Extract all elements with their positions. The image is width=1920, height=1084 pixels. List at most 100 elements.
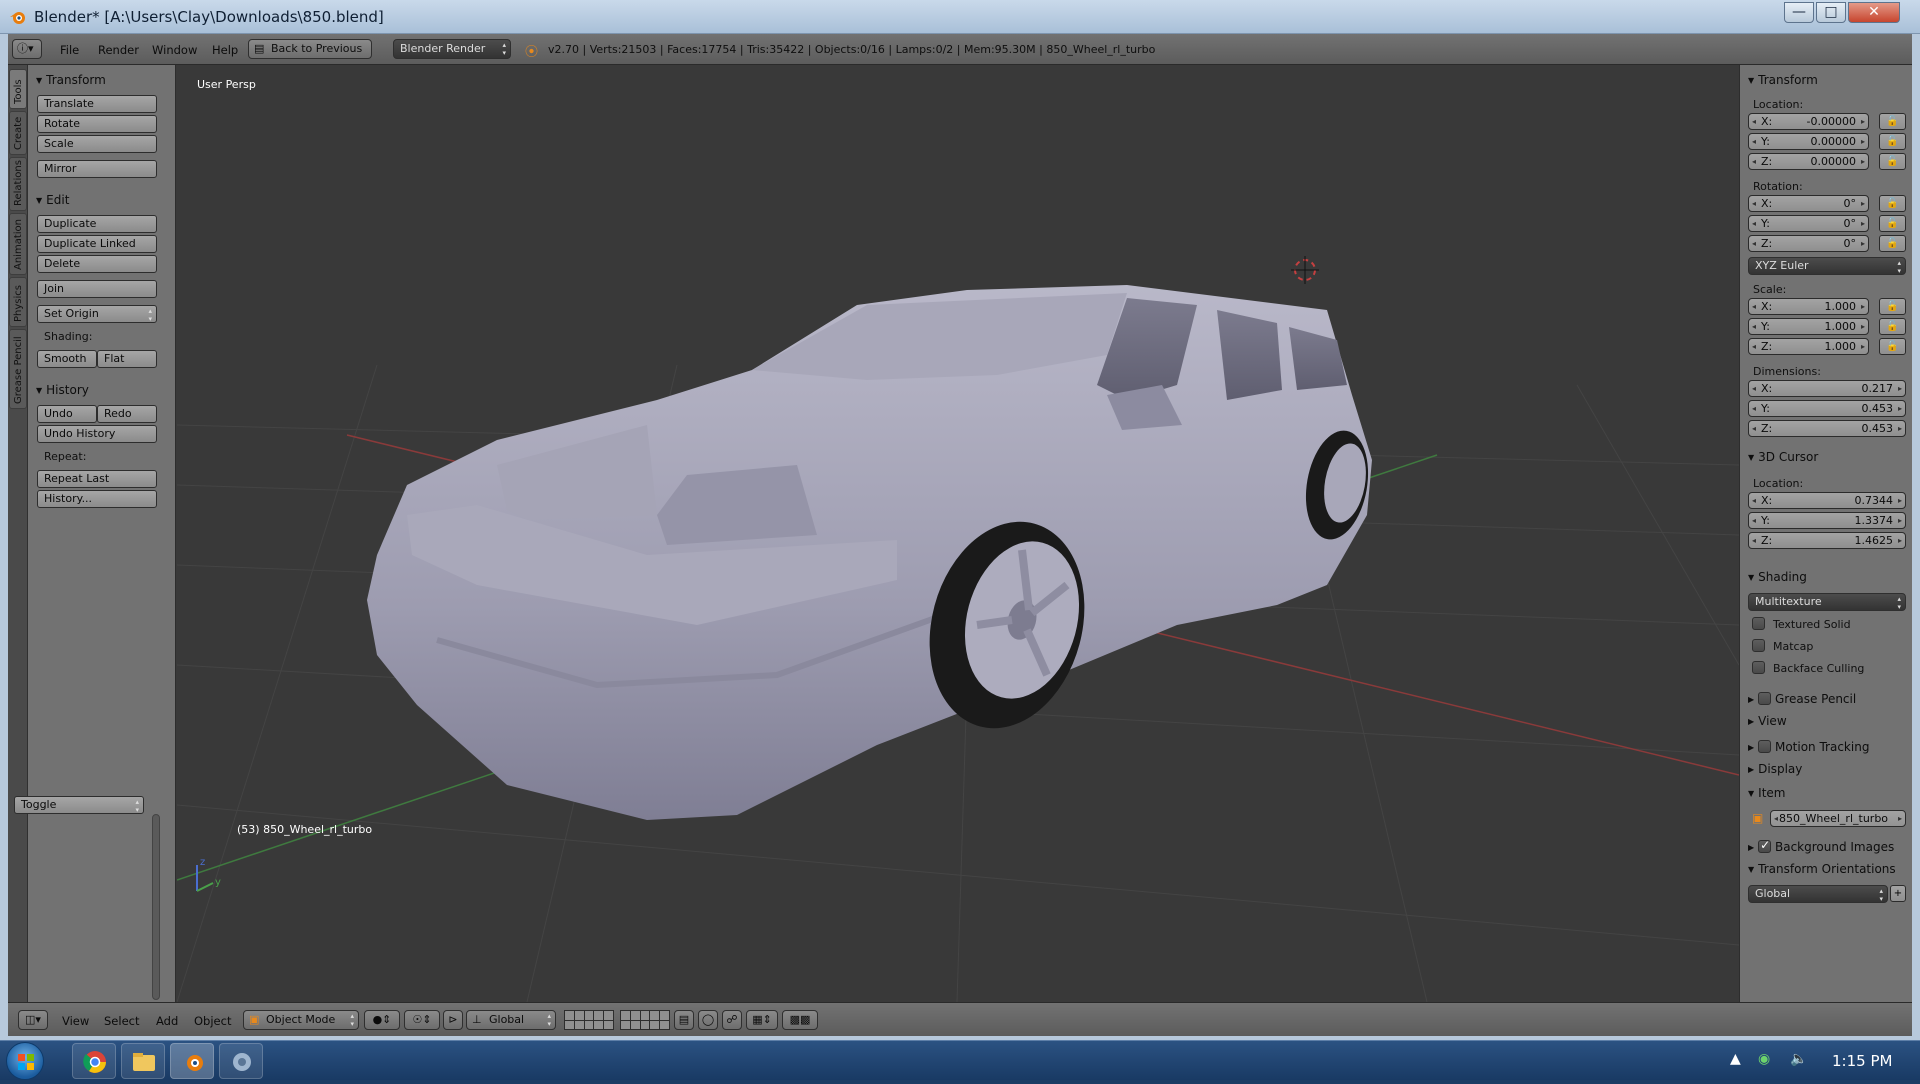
render-engine-dropdown[interactable]: Blender Render: [393, 39, 511, 59]
lock-rotation-z-icon[interactable]: 🔓: [1879, 235, 1906, 252]
duplicate-button[interactable]: Duplicate: [37, 215, 157, 233]
tab-tools[interactable]: Tools: [9, 69, 27, 109]
menu-file[interactable]: File: [60, 43, 79, 57]
panel-edit-header[interactable]: Edit: [36, 193, 69, 207]
network-icon[interactable]: ◉: [1758, 1051, 1770, 1067]
motion-tracking-checkbox[interactable]: [1758, 740, 1772, 753]
taskbar-app[interactable]: [219, 1043, 263, 1079]
snap-element-dropdown[interactable]: ▦⇕: [746, 1010, 778, 1030]
scale-y-field[interactable]: Y: 1.000: [1748, 318, 1869, 335]
dimensions-y-field[interactable]: Y: 0.453: [1748, 400, 1906, 417]
rotation-mode-dropdown[interactable]: XYZ Euler: [1748, 257, 1906, 275]
menu-select[interactable]: Select: [104, 1014, 139, 1028]
cursor-y-field[interactable]: Y: 1.3374: [1748, 512, 1906, 529]
smooth-button[interactable]: Smooth: [37, 350, 97, 368]
layer-lock-button[interactable]: ▤: [674, 1010, 694, 1030]
car-model[interactable]: [367, 285, 1376, 820]
props-grease-pencil-header[interactable]: Grease Pencil: [1748, 690, 1856, 706]
duplicate-linked-button[interactable]: Duplicate Linked: [37, 235, 157, 253]
toolshelf-scrollbar[interactable]: [152, 814, 160, 1000]
tab-create[interactable]: Create: [9, 111, 27, 155]
lock-rotation-y-icon[interactable]: 🔓: [1879, 215, 1906, 232]
menu-object[interactable]: Object: [194, 1014, 231, 1028]
tab-animation[interactable]: Animation: [9, 213, 27, 275]
join-button[interactable]: Join: [37, 280, 157, 298]
tray-expand-icon[interactable]: ▲: [1730, 1051, 1741, 1067]
cursor-x-field[interactable]: X: 0.7344: [1748, 492, 1906, 509]
layers-group-2[interactable]: [620, 1010, 670, 1030]
editor-type-button[interactable]: ⓘ▾: [12, 39, 42, 59]
lock-rotation-x-icon[interactable]: 🔓: [1879, 195, 1906, 212]
tab-physics[interactable]: Physics: [9, 277, 27, 327]
location-y-field[interactable]: Y: 0.00000: [1748, 133, 1869, 150]
render-buttons[interactable]: ▩▩: [782, 1010, 818, 1030]
object-mode-dropdown[interactable]: ▣ Object Mode: [243, 1010, 359, 1030]
maximize-button[interactable]: □: [1816, 2, 1846, 23]
matcap-checkbox[interactable]: [1752, 639, 1765, 652]
dimensions-z-field[interactable]: Z: 0.453: [1748, 420, 1906, 437]
snap-toggle[interactable]: ☍: [722, 1010, 742, 1030]
taskbar-explorer[interactable]: [121, 1043, 165, 1079]
manipulator-toggle[interactable]: ⊳: [443, 1010, 463, 1030]
transform-orientation-dropdown[interactable]: Global: [1748, 885, 1888, 903]
rotation-y-field[interactable]: Y: 0°: [1748, 215, 1869, 232]
props-motion-tracking-header[interactable]: Motion Tracking: [1748, 738, 1869, 754]
location-x-field[interactable]: X: -0.00000: [1748, 113, 1869, 130]
menu-view[interactable]: View: [62, 1014, 89, 1028]
panel-transform-header[interactable]: Transform: [36, 73, 106, 87]
volume-icon[interactable]: 🔈: [1790, 1051, 1807, 1067]
toggle-dropdown[interactable]: Toggle: [14, 796, 144, 814]
lock-scale-x-icon[interactable]: 🔓: [1879, 298, 1906, 315]
backface-culling-checkbox[interactable]: [1752, 661, 1765, 674]
translate-button[interactable]: Translate: [37, 95, 157, 113]
clock[interactable]: 1:15 PM: [1832, 1052, 1892, 1070]
lock-scale-z-icon[interactable]: 🔓: [1879, 338, 1906, 355]
tab-relations[interactable]: Relations: [9, 157, 27, 211]
scale-z-field[interactable]: Z: 1.000: [1748, 338, 1869, 355]
props-3d-cursor-header[interactable]: 3D Cursor: [1748, 450, 1818, 464]
minimize-button[interactable]: —: [1784, 2, 1814, 23]
cursor-z-field[interactable]: Z: 1.4625: [1748, 532, 1906, 549]
undo-button[interactable]: Undo: [37, 405, 97, 423]
editor-type-3d-button[interactable]: ◫▾: [18, 1010, 48, 1030]
menu-window[interactable]: Window: [152, 43, 197, 57]
repeat-last-button[interactable]: Repeat Last: [37, 470, 157, 488]
props-transform-header[interactable]: Transform: [1748, 73, 1818, 87]
background-images-checkbox[interactable]: [1758, 838, 1772, 853]
pivot-point-button[interactable]: ☉⇕: [404, 1010, 440, 1030]
3d-cursor[interactable]: [1291, 256, 1319, 284]
rotation-x-field[interactable]: X: 0°: [1748, 195, 1869, 212]
tab-grease-pencil[interactable]: Grease Pencil: [9, 329, 27, 409]
close-button[interactable]: ✕: [1848, 2, 1900, 23]
delete-button[interactable]: Delete: [37, 255, 157, 273]
textured-solid-checkbox[interactable]: [1752, 617, 1765, 630]
lock-scale-y-icon[interactable]: 🔓: [1879, 318, 1906, 335]
proportional-edit-button[interactable]: ◯: [698, 1010, 718, 1030]
menu-add[interactable]: Add: [156, 1014, 178, 1028]
item-name-field[interactable]: 850_Wheel_rl_turbo: [1770, 810, 1906, 827]
viewport-scene[interactable]: z y: [177, 65, 1739, 1002]
taskbar-chrome[interactable]: [72, 1043, 116, 1079]
menu-help[interactable]: Help: [212, 43, 238, 57]
props-view-header[interactable]: View: [1748, 714, 1786, 728]
undo-history-button[interactable]: Undo History: [37, 425, 157, 443]
props-background-images-header[interactable]: Background Images: [1748, 838, 1894, 854]
flat-button[interactable]: Flat: [97, 350, 157, 368]
add-orientation-icon[interactable]: +: [1890, 885, 1906, 902]
3d-viewport[interactable]: z y User Persp (53) 850_Wheel_rl_turbo: [177, 65, 1739, 1002]
taskbar-blender[interactable]: [170, 1043, 214, 1079]
scale-x-field[interactable]: X: 1.000: [1748, 298, 1869, 315]
redo-button[interactable]: Redo: [97, 405, 157, 423]
lock-location-z-icon[interactable]: 🔓: [1879, 153, 1906, 170]
menu-render[interactable]: Render: [98, 43, 139, 57]
shading-mode-dropdown[interactable]: Multitexture: [1748, 593, 1906, 611]
dimensions-x-field[interactable]: X: 0.217: [1748, 380, 1906, 397]
set-origin-dropdown[interactable]: Set Origin: [37, 305, 157, 323]
props-item-header[interactable]: Item: [1748, 786, 1785, 800]
rotation-z-field[interactable]: Z: 0°: [1748, 235, 1869, 252]
history-button[interactable]: History...: [37, 490, 157, 508]
mirror-button[interactable]: Mirror: [37, 160, 157, 178]
grease-pencil-checkbox[interactable]: [1758, 692, 1772, 705]
panel-history-header[interactable]: History: [36, 383, 89, 397]
scale-button[interactable]: Scale: [37, 135, 157, 153]
